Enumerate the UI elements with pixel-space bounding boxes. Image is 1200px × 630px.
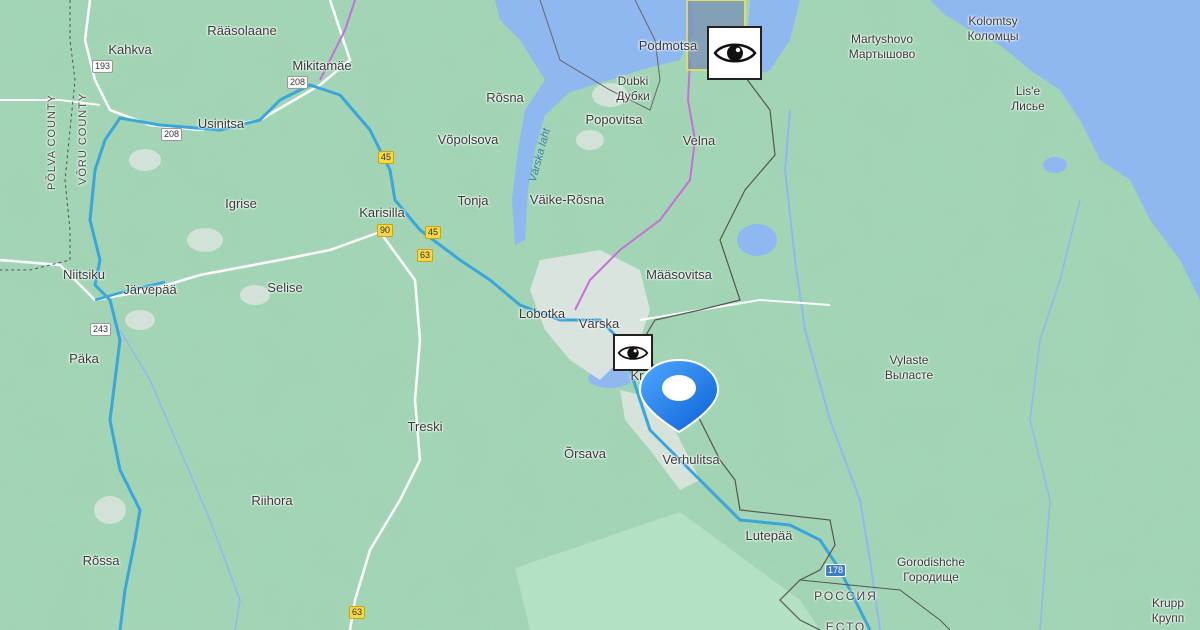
label-mikitamae: Mikitamäe	[292, 58, 352, 73]
label-tonja: Tonja	[457, 193, 489, 208]
road-shield-45-a: 45	[378, 151, 395, 164]
label-jarvepaa: Järvepää	[123, 282, 177, 297]
settlement-blob-1	[187, 228, 223, 252]
label-vopolsova: Võpolsova	[437, 132, 499, 147]
label-riihora: Riihora	[251, 493, 293, 508]
label-karisilla: Karisilla	[359, 205, 405, 220]
label-dubki: Dubki Дубки	[616, 74, 650, 103]
road-shield-243: 243	[90, 323, 112, 336]
label-usinitsa: Usinitsa	[197, 116, 245, 131]
road-shield-45-b: 45	[425, 226, 442, 239]
label-maasovitsa: Määsovitsa	[646, 267, 712, 282]
label-vaike-rosna: Väike-Rõsna	[529, 192, 605, 207]
road-shield-208-b: 208	[161, 128, 183, 141]
label-niitsiku: Niitsiku	[63, 267, 105, 282]
label-popovitsa: Popovitsa	[585, 112, 643, 127]
label-treski: Treski	[407, 419, 443, 434]
road-shield-178: 178	[825, 564, 847, 577]
label-selise: Selise	[267, 280, 303, 295]
label-russia: РОССИЯ	[814, 589, 878, 603]
label-polva-county: PÕLVA COUNTY	[46, 94, 58, 190]
road-shield-63-b: 63	[349, 606, 366, 619]
label-krupp: Krupp Крупп	[1151, 596, 1185, 625]
road-shield-63-a: 63	[417, 249, 434, 262]
settlement-blob-3	[240, 285, 270, 305]
label-martyshovo: Martyshovo Мартышово	[848, 32, 916, 61]
label-voru-county: VÕRU COUNTY	[77, 92, 89, 185]
label-paka: Päka	[69, 351, 99, 366]
label-orsava: Õrsava	[564, 446, 606, 461]
eye-icon	[712, 43, 757, 63]
label-lutepaa: Lutepää	[745, 528, 793, 543]
road-shield-208-a: 208	[287, 76, 309, 89]
map-view[interactable]: Rääsolaane Kahkva Mikitamäe Podmotsa Mar…	[0, 0, 1200, 630]
label-podmotsa: Podmotsa	[638, 38, 698, 53]
label-rosna: Rõsna	[486, 90, 524, 105]
label-varska: Värska	[578, 316, 620, 331]
label-lobotka: Lobotka	[518, 306, 566, 321]
label-kolomtsy: Kolomtsy Коломцы	[967, 14, 1019, 43]
location-pin[interactable]	[638, 358, 720, 434]
eye-marker-podmotsa[interactable]	[707, 26, 762, 80]
settlement-blob-2	[129, 149, 161, 171]
settlement-blob-5	[94, 496, 126, 524]
label-igrise: Igrise	[225, 196, 257, 211]
label-verhulitsa: Verhulitsa	[662, 452, 720, 467]
settlement-blob-7	[576, 130, 604, 150]
road-shield-193: 193	[92, 60, 114, 73]
small-lake-1	[737, 224, 777, 256]
small-lake-3	[1043, 157, 1067, 173]
road-shield-90: 90	[377, 224, 394, 237]
label-lise: Lis'e Лисье	[1011, 84, 1045, 113]
label-rossa: Rõssa	[82, 553, 120, 568]
label-estonia-partial: ЕСТО	[825, 620, 867, 630]
label-raasolaane: Rääsolaane	[207, 23, 277, 38]
settlement-blob-4	[125, 310, 155, 330]
label-gorodishche: Gorodishche Городище	[896, 555, 966, 584]
label-kahkva: Kahkva	[108, 42, 152, 57]
location-pin-icon	[638, 358, 720, 434]
label-vylaste: Vylaste Выласте	[884, 353, 934, 382]
label-velna: Velna	[682, 133, 716, 148]
